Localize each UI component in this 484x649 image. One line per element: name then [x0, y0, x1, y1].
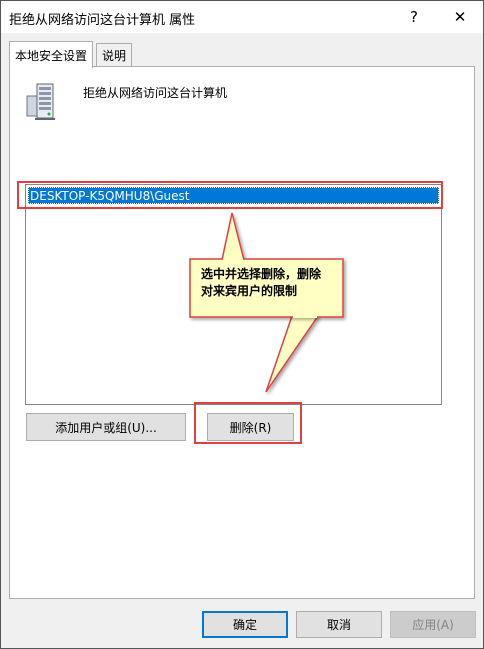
- close-button[interactable]: ✕: [437, 1, 483, 33]
- button-label: 删除(R): [229, 420, 272, 435]
- tab-label: 本地安全设置: [15, 48, 88, 63]
- policy-name: 拒绝从网络访问这台计算机: [83, 86, 228, 100]
- apply-button[interactable]: 应用(A): [390, 611, 476, 638]
- help-icon: ?: [410, 8, 418, 26]
- title-bar[interactable]: 拒绝从网络访问这台计算机 属性 ? ✕: [1, 1, 483, 33]
- list-item[interactable]: DESKTOP-K5QMHU8\Guest: [28, 187, 439, 204]
- cancel-button[interactable]: 取消: [296, 611, 382, 638]
- close-icon: ✕: [453, 8, 467, 26]
- window-title: 拒绝从网络访问这台计算机 属性: [9, 13, 196, 28]
- button-label: 应用(A): [412, 618, 454, 632]
- server-computer-icon: [26, 83, 55, 120]
- add-user-or-group-button[interactable]: 添加用户或组(U)...: [26, 413, 186, 441]
- properties-dialog: 拒绝从网络访问这台计算机 属性 ? ✕ 本地安全设置 说明 拒绝从网络访问这台计…: [0, 0, 484, 649]
- tab-explain[interactable]: 说明: [96, 43, 133, 67]
- remove-button[interactable]: 删除(R): [207, 413, 294, 441]
- ok-button[interactable]: 确定: [202, 611, 288, 638]
- account-name: DESKTOP-K5QMHU8\Guest: [30, 188, 190, 203]
- button-label: 添加用户或组(U)...: [55, 420, 157, 435]
- help-button[interactable]: ?: [391, 1, 437, 33]
- button-label: 确定: [232, 618, 257, 632]
- tab-panel: 拒绝从网络访问这台计算机 DESKTOP-K5QMHU8\Guest 添加用户或…: [9, 66, 475, 599]
- tab-local-security-setting[interactable]: 本地安全设置: [9, 41, 94, 68]
- button-label: 取消: [326, 618, 351, 632]
- tab-bar: 本地安全设置 说明: [1, 41, 483, 68]
- tab-label: 说明: [102, 49, 127, 63]
- account-listbox[interactable]: DESKTOP-K5QMHU8\Guest: [25, 184, 442, 405]
